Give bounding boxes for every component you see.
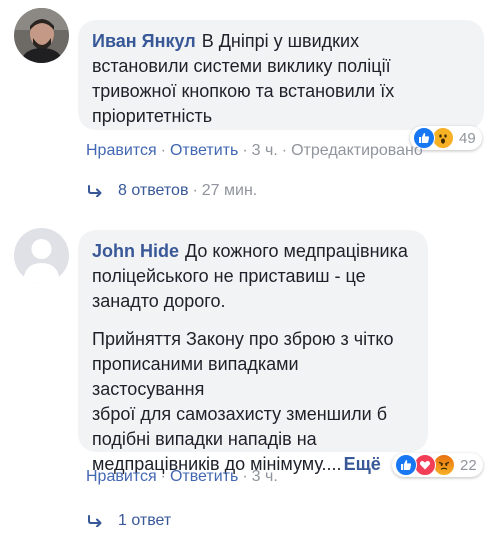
reply-link[interactable]: Ответить <box>170 468 238 485</box>
comment-actions: Нравится · Ответить · 3 ч. · Отредактировано <box>86 142 423 160</box>
like-reaction-icon <box>395 454 417 476</box>
comment-author[interactable]: John Hide <box>92 241 179 261</box>
comment-bubble: Иван Янкул В Дніпрі у швидких встановили … <box>78 20 484 130</box>
comment-timestamp[interactable]: 3 ч. <box>252 142 278 159</box>
separator-dot: · <box>192 182 198 199</box>
comment-text-line: До кожного медпрацівника <box>185 241 408 261</box>
separator-dot: · <box>242 468 248 485</box>
comment-bubble: John Hide До кожного медпрацівника поліце… <box>78 230 428 474</box>
angry-reaction-icon <box>433 454 455 476</box>
comment-text-line: зброї для самозахисту зменшили б <box>92 404 388 424</box>
comment-text-line: В Дніпрі у швидких <box>201 31 360 51</box>
comment-timestamp[interactable]: 3 ч. <box>252 468 278 485</box>
comment-text-line: занадто дорого. <box>92 291 226 311</box>
reaction-summary[interactable]: 49 <box>410 126 482 150</box>
reply-link[interactable]: Ответить <box>170 142 238 159</box>
reply-arrow-icon <box>88 515 102 527</box>
comment-text-line: встановили системи виклику поліції <box>92 56 391 76</box>
replies-count-label[interactable]: 1 ответ <box>118 512 171 530</box>
view-replies-link[interactable]: 8 ответов · 27 мин. <box>88 182 257 200</box>
comment-text-line: прописаними випадками застосування <box>92 354 299 399</box>
avatar[interactable] <box>14 228 69 283</box>
comment-text-line: тривожної кнопкою та встановили їх <box>92 81 395 101</box>
edited-label[interactable]: Отредактировано <box>291 142 423 159</box>
like-link[interactable]: Нравится <box>86 468 157 485</box>
comment-actions: Нравится · Ответить · 3 ч. <box>86 468 278 486</box>
separator-dot: · <box>281 142 288 159</box>
avatar[interactable] <box>14 8 69 63</box>
separator-dot: · <box>160 468 166 485</box>
reply-arrow-icon <box>88 185 102 197</box>
see-more-link[interactable]: Ещё <box>344 454 381 474</box>
separator-dot: · <box>160 142 166 159</box>
comment-text-line: поліцейського не приставиш - це <box>92 266 366 286</box>
love-reaction-icon <box>414 454 436 476</box>
like-link[interactable]: Нравится <box>86 142 157 159</box>
replies-time: 27 мин. <box>201 182 258 199</box>
view-replies-link[interactable]: 1 ответ <box>88 512 171 530</box>
replies-count-label[interactable]: 8 ответов <box>118 182 188 200</box>
comment-author[interactable]: Иван Янкул <box>92 31 196 51</box>
reaction-count: 49 <box>459 129 476 147</box>
separator-dot: · <box>242 142 248 159</box>
wow-reaction-icon <box>432 127 454 149</box>
like-reaction-icon <box>413 127 435 149</box>
comment-text-line: подібні випадки нападів на <box>92 429 317 449</box>
comment-text-line: пріоритетність <box>92 106 213 126</box>
reaction-count: 22 <box>460 456 477 474</box>
comment-text-line: Прийняття Закону про зброю з чітко <box>92 329 394 349</box>
reaction-summary[interactable]: 22 <box>392 453 483 477</box>
